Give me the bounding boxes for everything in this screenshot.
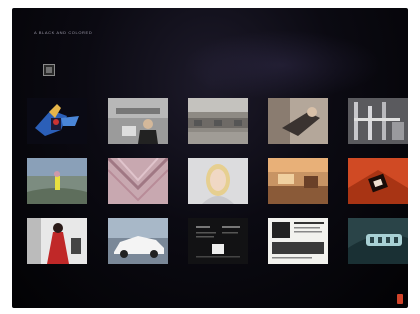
thumb-interior-orange[interactable] [268, 158, 328, 204]
site-title[interactable]: A BLACK AND COLORED [34, 30, 92, 35]
background-glow [182, 30, 382, 100]
thumb-white-car[interactable] [108, 218, 168, 264]
gallery-screen: A BLACK AND COLORED [12, 8, 408, 308]
thumb-blonde-portrait[interactable] [188, 158, 248, 204]
thumb-red-figure[interactable] [27, 218, 87, 264]
thumb-corridor[interactable] [188, 98, 248, 144]
thumb-tablet-person[interactable] [108, 98, 168, 144]
thumb-blue-sculpture[interactable] [27, 98, 87, 144]
thumb-dark-text[interactable] [188, 218, 248, 264]
thumb-woman-reclining[interactable] [268, 98, 328, 144]
thumb-red-installation[interactable] [348, 158, 408, 204]
thumb-teal-lettering[interactable] [348, 218, 408, 264]
thumb-field-figure[interactable] [27, 158, 87, 204]
corner-icon[interactable] [397, 294, 403, 304]
logo-icon[interactable] [43, 64, 55, 82]
thumb-fabric-pattern[interactable] [108, 158, 168, 204]
thumb-document-page[interactable] [268, 218, 328, 264]
thumb-metal-frames[interactable] [348, 98, 408, 144]
